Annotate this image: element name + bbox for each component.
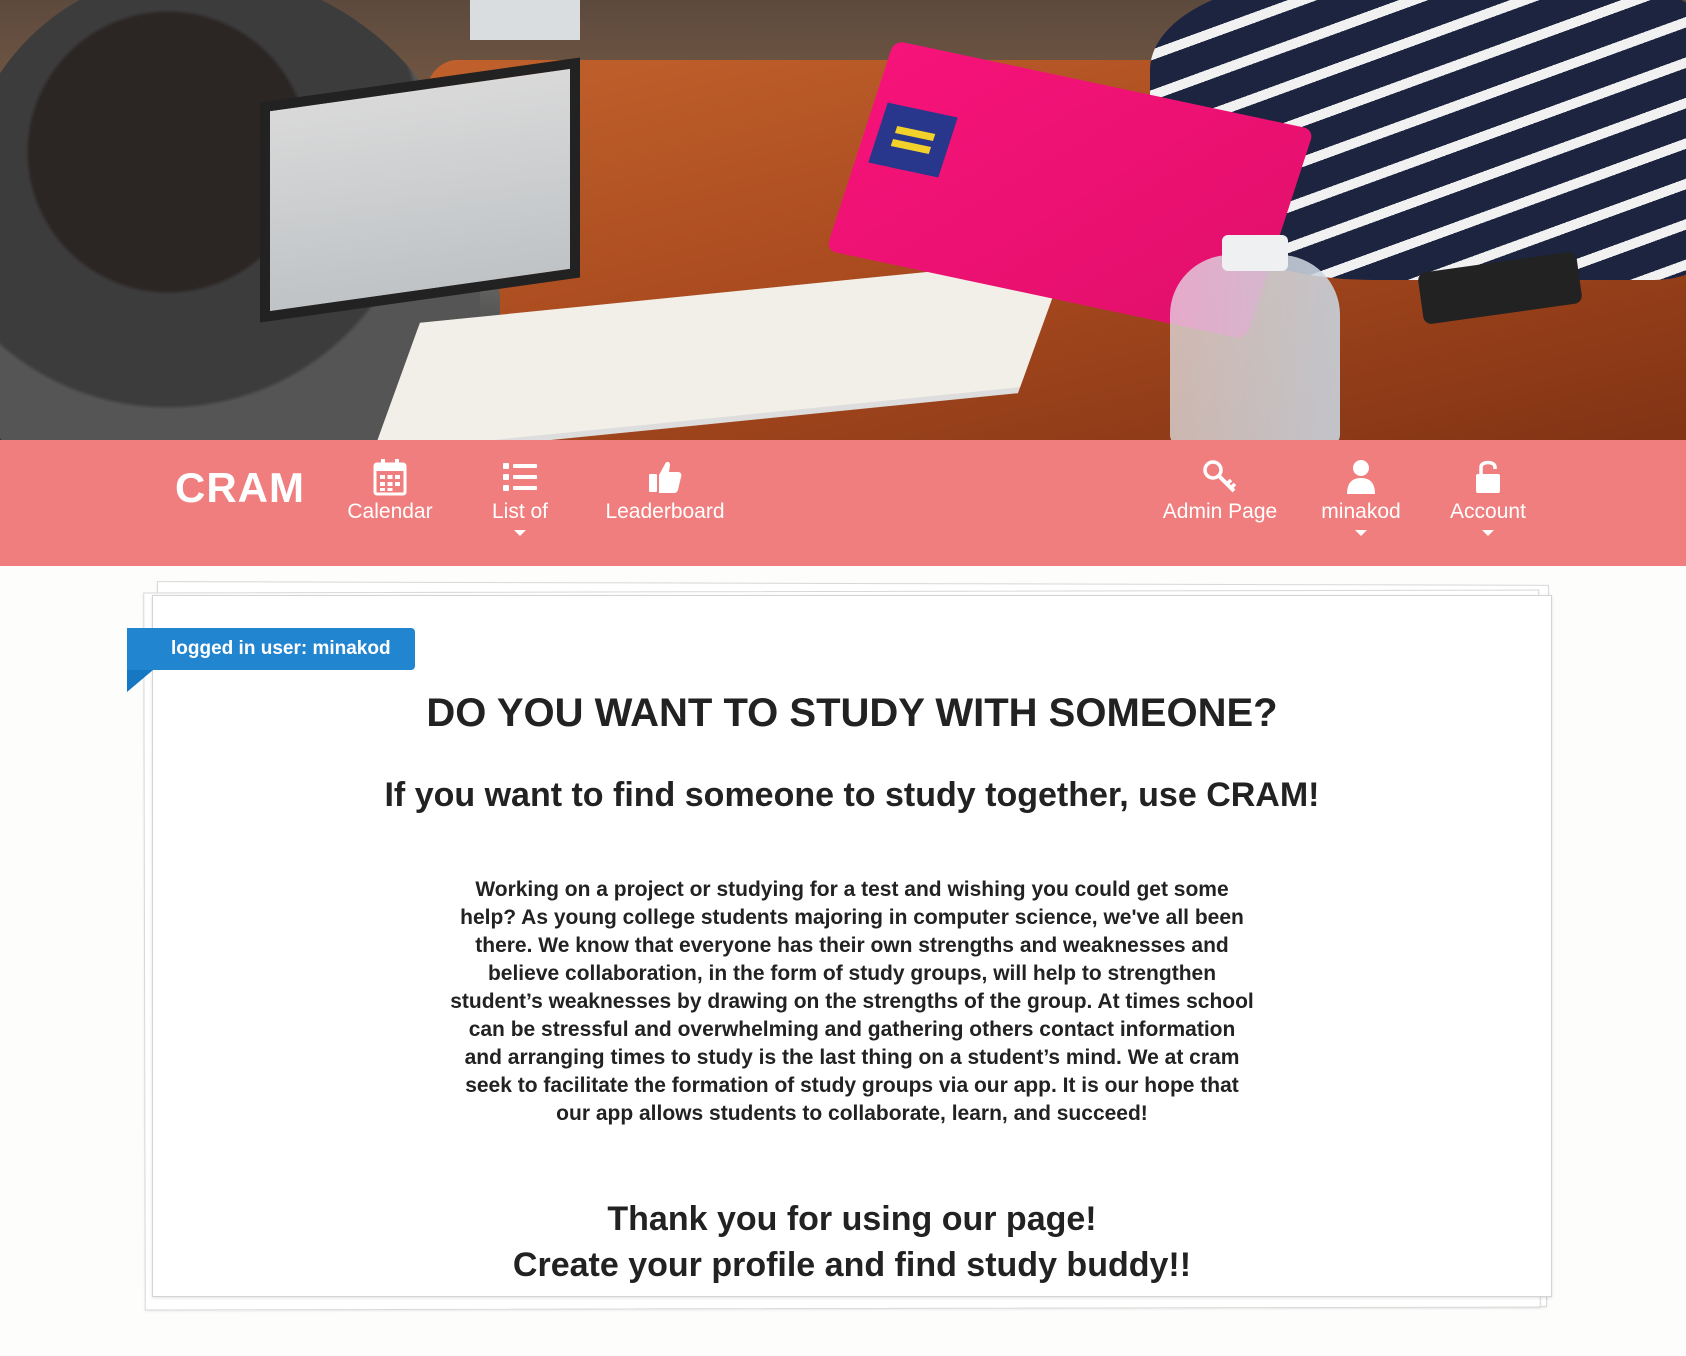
chevron-down-icon [514,530,526,536]
key-icon [1203,460,1237,493]
thumbs-up-icon [649,461,682,493]
nav-leaderboard[interactable]: Leaderboard [600,458,730,524]
list-icon [503,463,537,491]
about-paragraph: Working on a project or studying for a t… [450,878,1254,1125]
nav-calendar-label: Calendar [347,500,433,523]
hero-window [470,0,580,40]
brand-logo[interactable]: CRAM [175,464,305,512]
logged-in-user-ribbon: logged in user: minakod [127,628,415,670]
nav-account[interactable]: Account [1446,458,1530,536]
calendar-icon [373,459,407,496]
nav-leaderboard-label: Leaderboard [605,500,725,523]
chevron-down-icon [1482,530,1494,536]
user-icon [1347,460,1375,494]
nav-admin-page-label: Admin Page [1162,500,1278,523]
thanks-line-2: Create your profile and find study buddy… [512,1246,1192,1284]
nav-list-of[interactable]: List of [480,458,560,536]
thanks-line-1: Thank you for using our page! [607,1200,1097,1238]
nav-admin-page[interactable]: Admin Page [1160,458,1280,524]
welcome-subheading: If you want to find someone to study tog… [384,776,1320,814]
welcome-heading: DO YOU WANT TO STUDY WITH SOMEONE? [426,691,1278,735]
hero-image [0,0,1686,440]
hero-water-bottle [1170,235,1340,440]
nav-user-menu[interactable]: minakod [1318,458,1404,536]
unlock-icon [1476,460,1500,493]
nav-account-label: Account [1450,500,1526,523]
welcome-card: logged in user: minakod DO YOU WANT TO S… [127,595,1552,1297]
thanks-message: Thank you for using our page! Create you… [153,1196,1551,1288]
nav-list-of-label: List of [491,500,549,523]
nav-user-menu-label: minakod [1321,500,1401,523]
welcome-card-stack: logged in user: minakod DO YOU WANT TO S… [127,581,1554,1313]
nav-calendar[interactable]: Calendar [345,458,435,524]
main-navbar: CRAM Calendar List of Leaderboard Admin … [0,440,1686,566]
hero-laptop-silver [260,57,580,323]
chevron-down-icon [1355,530,1367,536]
